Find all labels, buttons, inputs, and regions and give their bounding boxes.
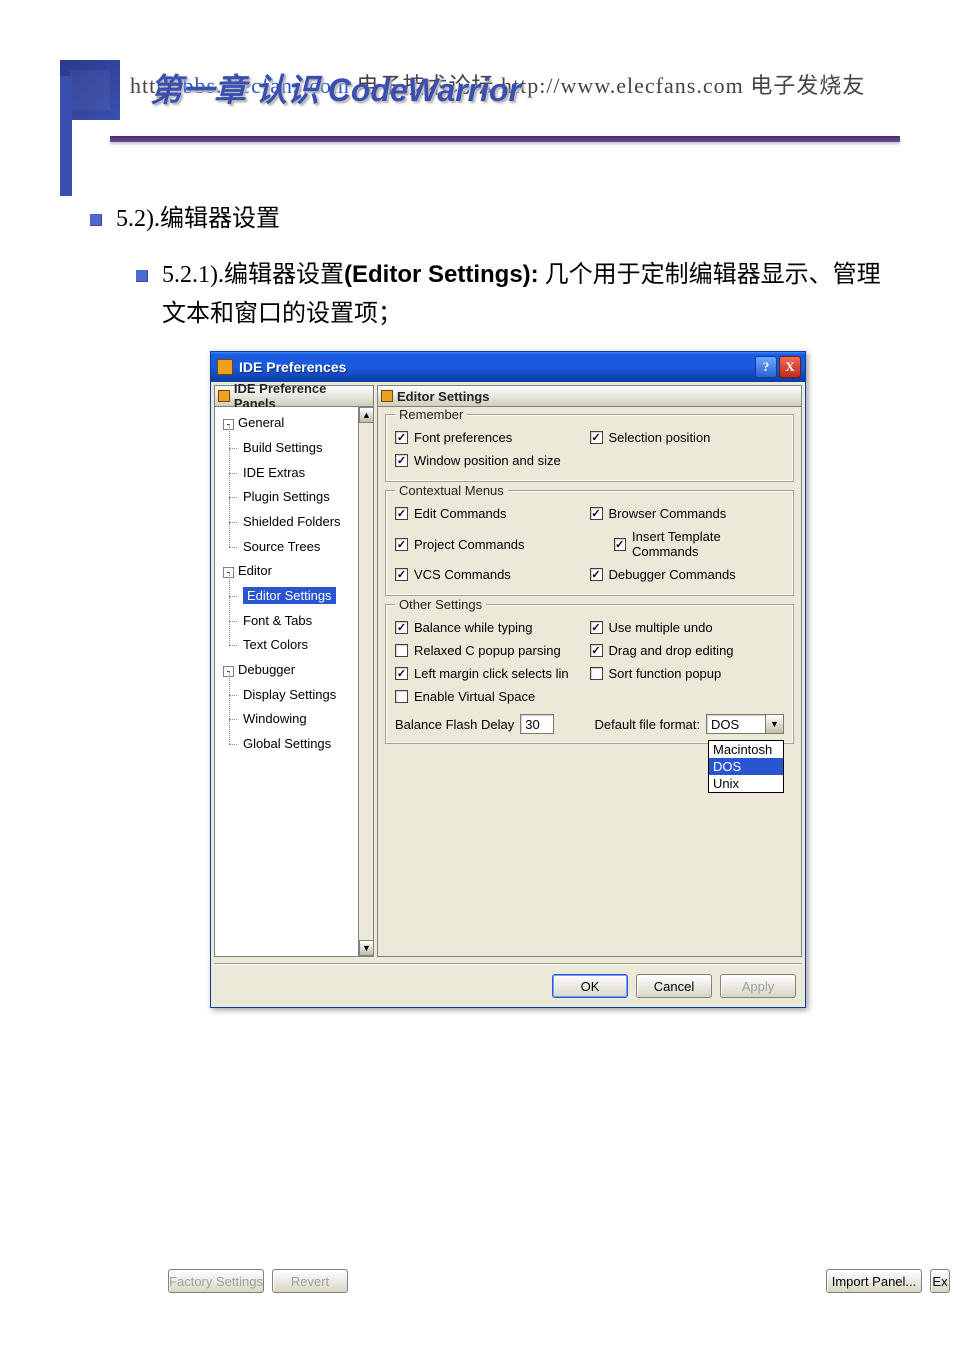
ide-preferences-dialog: IDE Preferences ? X IDE Preference Panel… — [210, 351, 806, 1008]
check-enable-virtual-space[interactable]: Enable Virtual Space — [395, 685, 784, 708]
default-file-format-value[interactable]: DOS — [706, 714, 766, 734]
checkbox-icon — [395, 507, 408, 520]
check-sort-function-popup[interactable]: Sort function popup — [590, 662, 785, 685]
bullet-icon — [136, 270, 148, 282]
dialog-title-icon — [217, 359, 233, 375]
check-vcs-commands[interactable]: VCS Commands — [395, 563, 590, 586]
tree-node-plugin-settings[interactable]: Plugin Settings — [217, 485, 371, 510]
header-divider — [110, 136, 900, 142]
preferences-tree[interactable]: -General Build Settings IDE Extras Plugi… — [215, 407, 373, 761]
checkbox-icon — [395, 621, 408, 634]
check-relaxed-c-popup[interactable]: Relaxed C popup parsing — [395, 639, 590, 662]
checkbox-icon — [395, 690, 408, 703]
check-left-margin-click[interactable]: Left margin click selects lin — [395, 662, 590, 685]
bullet-5-2-1-num: 5.2.1).编辑器设置 — [162, 262, 344, 288]
right-panel-header: Editor Settings — [377, 385, 802, 407]
tree-header: IDE Preference Panels — [214, 385, 374, 407]
balance-flash-delay-label: Balance Flash Delay — [395, 717, 514, 732]
scroll-down-icon[interactable]: ▼ — [359, 940, 374, 956]
tree-node-debugger[interactable]: -Debugger — [217, 658, 371, 683]
apply-button[interactable]: Apply — [720, 974, 796, 998]
import-panel-button[interactable]: Import Panel... — [826, 1269, 922, 1293]
checkbox-icon — [395, 454, 408, 467]
checkbox-icon — [590, 431, 603, 444]
check-multiple-undo[interactable]: Use multiple undo — [590, 616, 785, 639]
group-other-title: Other Settings — [395, 597, 486, 612]
tree-header-icon — [218, 390, 230, 402]
tree-scrollbar[interactable]: ▲ ▼ — [358, 407, 374, 956]
group-contextual-title: Contextual Menus — [395, 483, 508, 498]
checkbox-icon — [395, 431, 408, 444]
group-other-settings: Other Settings Balance while typing Use … — [386, 605, 793, 743]
tree-selected-label: Editor Settings — [243, 587, 336, 604]
check-browser-commands[interactable]: Browser Commands — [590, 502, 785, 525]
tree-node-source-trees[interactable]: Source Trees — [217, 535, 371, 560]
dialog-help-button[interactable]: ? — [755, 356, 777, 378]
watermark-suffix: 电子发烧友 — [744, 73, 866, 98]
tree-node-text-colors[interactable]: Text Colors — [217, 633, 371, 658]
check-insert-template-commands[interactable]: Insert Template Commands — [590, 525, 785, 563]
checkbox-icon — [590, 621, 603, 634]
default-file-format-combo[interactable]: DOS ▼ — [706, 714, 784, 734]
check-edit-commands[interactable]: Edit Commands — [395, 502, 590, 525]
revert-button[interactable]: Revert — [272, 1269, 348, 1293]
check-balance-while-typing[interactable]: Balance while typing — [395, 616, 590, 639]
bullet-5-2: 5.2).编辑器设置 — [90, 200, 900, 238]
tree-node-shielded-folders[interactable]: Shielded Folders — [217, 510, 371, 535]
tree-node-general[interactable]: -General — [217, 411, 371, 436]
dropdown-item-dos[interactable]: DOS — [709, 758, 783, 775]
check-selection-position[interactable]: Selection position — [590, 426, 785, 449]
check-project-commands[interactable]: Project Commands — [395, 525, 590, 563]
right-panel-header-icon — [381, 390, 393, 402]
dialog-close-button[interactable]: X — [779, 356, 801, 378]
balance-flash-delay-input[interactable]: 30 — [520, 714, 554, 734]
check-debugger-commands[interactable]: Debugger Commands — [590, 563, 785, 586]
bullet-5-2-text: 5.2).编辑器设置 — [116, 200, 280, 238]
checkbox-icon — [590, 644, 603, 657]
default-file-format-dropdown[interactable]: Macintosh DOS Unix — [708, 740, 784, 793]
tree-node-global-settings[interactable]: Global Settings — [217, 732, 371, 757]
check-drag-and-drop[interactable]: Drag and drop editing — [590, 639, 785, 662]
group-contextual-menus: Contextual Menus Edit Commands Browser C… — [386, 491, 793, 595]
tree-node-windowing[interactable]: Windowing — [217, 707, 371, 732]
check-font-preferences[interactable]: Font preferences — [395, 426, 590, 449]
chevron-down-icon[interactable]: ▼ — [766, 714, 784, 734]
group-remember: Remember Font preferences Selection posi… — [386, 415, 793, 481]
checkbox-icon — [590, 568, 603, 581]
checkbox-icon — [395, 538, 408, 551]
dialog-titlebar[interactable]: IDE Preferences ? X — [211, 352, 805, 382]
factory-settings-button[interactable]: Factory Settings — [168, 1269, 264, 1293]
checkbox-icon — [590, 507, 603, 520]
tree-node-build-settings[interactable]: Build Settings — [217, 436, 371, 461]
dialog-title-text: IDE Preferences — [239, 359, 753, 375]
slide-title-text: 第一章 认识 CodeWarrior — [150, 65, 521, 111]
bullet-5-2-1-text: 5.2.1).编辑器设置(Editor Settings): 几个用于定制编辑器… — [162, 256, 900, 333]
checkbox-icon — [614, 538, 627, 551]
tree-node-font-tabs[interactable]: Font & Tabs — [217, 609, 371, 634]
bullet-icon — [90, 214, 102, 226]
checkbox-icon — [590, 667, 603, 680]
cancel-button[interactable]: Cancel — [636, 974, 712, 998]
default-file-format-label: Default file format: — [595, 717, 701, 732]
dropdown-item-macintosh[interactable]: Macintosh — [709, 741, 783, 758]
tree-node-editor-settings[interactable]: Editor Settings — [217, 584, 371, 609]
watermark-link-2: http://www.elecfans.com — [501, 73, 744, 98]
bullet-5-2-1: 5.2.1).编辑器设置(Editor Settings): 几个用于定制编辑器… — [90, 256, 900, 333]
bullet-5-2-1-bold: (Editor Settings): — [344, 261, 539, 288]
checkbox-icon — [395, 568, 408, 581]
group-remember-title: Remember — [395, 407, 467, 422]
export-panel-button[interactable]: Ex — [930, 1269, 950, 1293]
right-panel-header-text: Editor Settings — [397, 389, 489, 404]
ok-button[interactable]: OK — [552, 974, 628, 998]
scroll-up-icon[interactable]: ▲ — [359, 407, 374, 423]
checkbox-icon — [395, 644, 408, 657]
tree-node-ide-extras[interactable]: IDE Extras — [217, 461, 371, 486]
check-window-position[interactable]: Window position and size — [395, 449, 784, 472]
checkbox-icon — [395, 667, 408, 680]
tree-node-display-settings[interactable]: Display Settings — [217, 683, 371, 708]
dropdown-item-unix[interactable]: Unix — [709, 775, 783, 792]
tree-node-editor[interactable]: -Editor — [217, 559, 371, 584]
